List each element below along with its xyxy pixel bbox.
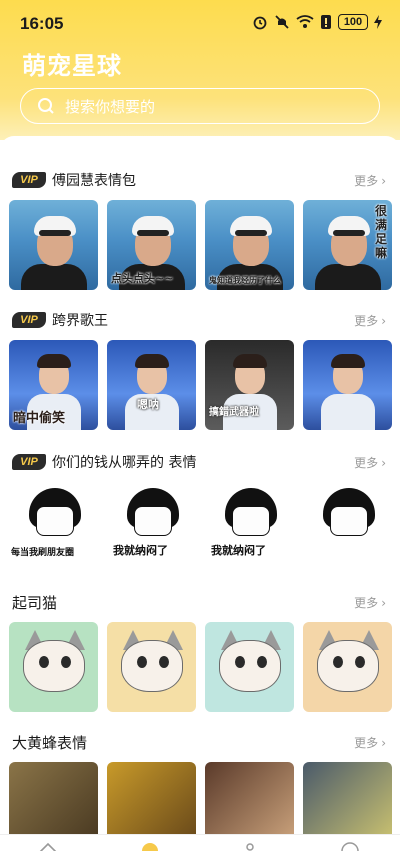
more-link[interactable]: 更多 ›: [354, 312, 386, 329]
thumbnail-row: 每当我刷朋友圈 我就纳闷了 我就纳闷了: [9, 482, 393, 574]
sticker-thumb[interactable]: [9, 622, 98, 712]
message-icon[interactable]: [340, 841, 360, 851]
status-bar: 16:05 100: [0, 0, 400, 44]
sticker-thumb[interactable]: 我就纳闷了: [107, 482, 196, 572]
vip-badge: VIP: [12, 454, 46, 470]
sticker-thumb[interactable]: [303, 762, 392, 838]
charging-icon: [374, 15, 382, 29]
chevron-right-icon: ›: [381, 735, 386, 750]
content-area: VIP 傅园慧表情包 更多 › 点头点头~~ 鬼知道我经历了什么 很满足嘛 VIP…: [0, 136, 400, 851]
section-title: 起司猫: [12, 594, 58, 612]
sticker-thumb[interactable]: [303, 622, 392, 712]
more-label: 更多: [354, 456, 379, 470]
sticker-thumb[interactable]: [303, 340, 392, 430]
sticker-thumb[interactable]: [9, 762, 98, 838]
more-label: 更多: [354, 736, 379, 750]
section-fuyuanhui: VIP 傅园慧表情包 更多 › 点头点头~~ 鬼知道我经历了什么 很满足嘛: [0, 168, 400, 290]
sticker-thumb[interactable]: 我就纳闷了: [205, 482, 294, 572]
sticker-caption: 搞錯武器啦: [209, 407, 259, 418]
section-title: 大黄蜂表情: [12, 734, 88, 752]
section-title: 你们的钱从哪弄的 表情: [52, 455, 197, 471]
section-qian: VIP 你们的钱从哪弄的 表情 更多 › 每当我刷朋友圈 我就纳闷了 我就纳闷了: [0, 450, 400, 572]
section-header: VIP 你们的钱从哪弄的 表情 更多 ›: [0, 450, 400, 478]
section-bumblebee: 大黄蜂表情 更多 ›: [0, 730, 400, 838]
section-header: 大黄蜂表情 更多 ›: [0, 730, 400, 758]
more-link[interactable]: 更多 ›: [354, 172, 386, 189]
sticker-caption: 暗中偷笑: [13, 411, 66, 426]
thumbnail-row: [9, 762, 393, 838]
bottom-nav: [0, 834, 400, 851]
chevron-right-icon: ›: [381, 313, 386, 328]
sticker-thumb[interactable]: 点头点头~~: [107, 200, 196, 290]
alert-icon: [321, 15, 331, 29]
sticker-caption: 鬼知道我经历了什么: [209, 276, 281, 285]
sticker-thumb[interactable]: 鬼知道我经历了什么: [205, 200, 294, 290]
mute-icon: [275, 15, 289, 29]
more-link[interactable]: 更多 ›: [354, 594, 386, 611]
sticker-thumb[interactable]: [205, 622, 294, 712]
battery-icon: 100: [338, 14, 368, 30]
thumbnail-row: 暗中偷笑 嗯呐 搞錯武器啦: [9, 340, 393, 432]
search-icon: [38, 98, 54, 114]
status-icons: 100: [252, 14, 382, 30]
profile-icon[interactable]: [240, 841, 260, 851]
thumbnail-row: [9, 622, 393, 714]
thumbnail-row: 点头点头~~ 鬼知道我经历了什么 很满足嘛: [9, 200, 393, 292]
sticker-thumb[interactable]: 搞錯武器啦: [205, 340, 294, 430]
wifi-icon: [296, 15, 314, 28]
search-input[interactable]: 搜索你想要的: [20, 88, 380, 124]
sticker-caption: 很满足嘛: [375, 204, 388, 260]
chevron-right-icon: ›: [381, 455, 386, 470]
header: 16:05 100 萌宠星球 搜索你想要的: [0, 0, 400, 140]
sticker-thumb[interactable]: 每当我刷朋友圈: [9, 482, 98, 572]
more-label: 更多: [354, 314, 379, 328]
vip-badge: VIP: [12, 172, 46, 188]
more-link[interactable]: 更多 ›: [354, 734, 386, 751]
section-qisimao: 起司猫 更多 ›: [0, 590, 400, 712]
more-label: 更多: [354, 596, 379, 610]
section-header: VIP 跨界歌王 更多 ›: [0, 308, 400, 336]
sticker-caption: 我就纳闷了: [113, 544, 168, 557]
more-link[interactable]: 更多 ›: [354, 454, 386, 471]
discover-icon[interactable]: [140, 841, 160, 851]
sticker-caption: 每当我刷朋友圈: [11, 548, 75, 558]
app-title: 萌宠星球: [22, 52, 122, 80]
search-placeholder: 搜索你想要的: [65, 97, 156, 116]
sticker-caption: 嗯呐: [137, 398, 159, 411]
section-kuajiegewang: VIP 跨界歌王 更多 › 暗中偷笑 嗯呐 搞錯武器啦: [0, 308, 400, 430]
sticker-thumb[interactable]: 很满足嘛: [303, 200, 392, 290]
section-header: VIP 傅园慧表情包 更多 ›: [0, 168, 400, 196]
more-label: 更多: [354, 174, 379, 188]
chevron-right-icon: ›: [381, 173, 386, 188]
status-time: 16:05: [20, 14, 64, 33]
sticker-thumb[interactable]: 暗中偷笑: [9, 340, 98, 430]
sticker-thumb[interactable]: 嗯呐: [107, 340, 196, 430]
sticker-thumb[interactable]: [9, 200, 98, 290]
section-title: 傅园慧表情包: [52, 173, 136, 189]
chevron-right-icon: ›: [381, 595, 386, 610]
home-icon[interactable]: [38, 841, 58, 851]
sticker-thumb[interactable]: [107, 762, 196, 838]
sticker-caption: 我就纳闷了: [211, 544, 266, 557]
sticker-caption: 点头点头~~: [111, 272, 174, 285]
vip-badge: VIP: [12, 312, 46, 328]
alarm-icon: [253, 16, 267, 30]
sticker-thumb[interactable]: [303, 482, 392, 572]
sticker-thumb[interactable]: [107, 622, 196, 712]
sticker-thumb[interactable]: [205, 762, 294, 838]
section-header: 起司猫 更多 ›: [0, 590, 400, 618]
section-title: 跨界歌王: [52, 313, 108, 329]
